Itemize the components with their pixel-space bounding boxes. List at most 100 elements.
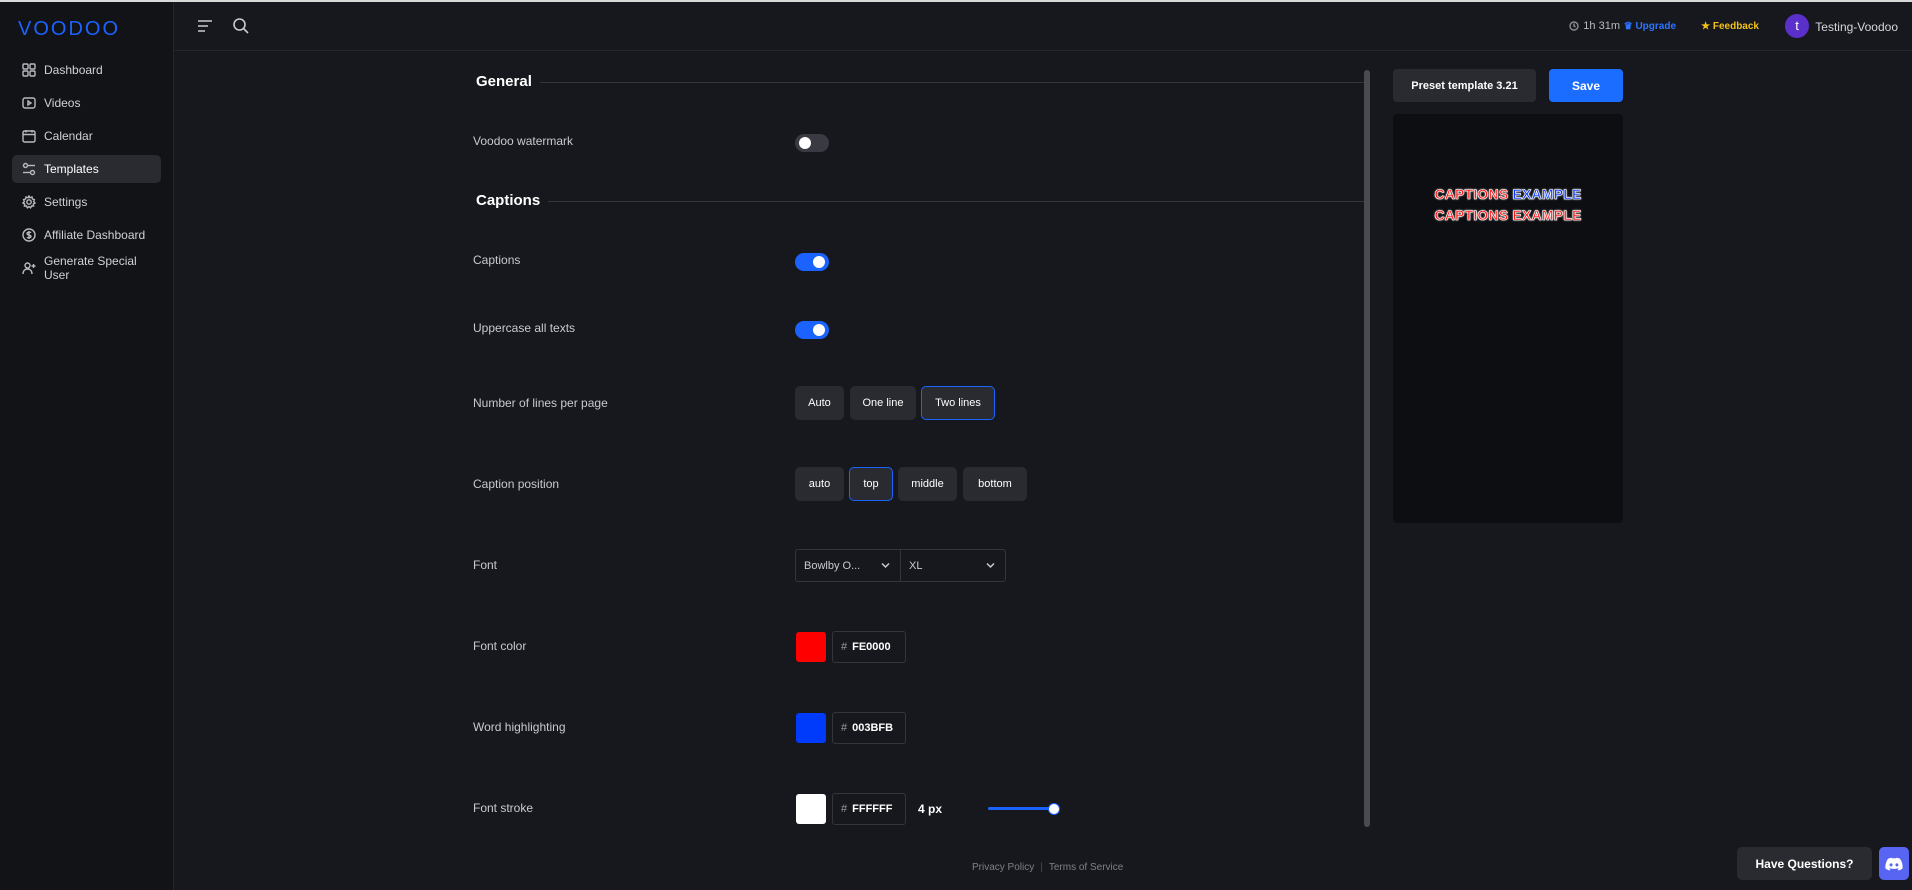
uppercase-label: Uppercase all texts [473, 321, 576, 335]
lines-option-one-line[interactable]: One line [850, 386, 916, 420]
sidebar-item-label: Videos [44, 96, 81, 110]
font-family-value: Bowlby O... [804, 559, 861, 572]
position-option-bottom[interactable]: bottom [963, 467, 1027, 501]
search-icon[interactable] [232, 17, 250, 35]
font-size-value: XL [909, 559, 923, 572]
hash-symbol: # [841, 641, 848, 653]
clock-icon [1569, 21, 1579, 31]
preset-template-button[interactable]: Preset template 3.21 [1393, 69, 1536, 102]
captions-toggle[interactable] [795, 253, 829, 271]
font-label: Font [473, 558, 498, 572]
captions-section-title: Captions [476, 192, 541, 209]
toggle-knob [813, 324, 825, 336]
font-size-select[interactable]: XL [901, 550, 1005, 581]
position-option-top[interactable]: top [849, 467, 893, 501]
discord-icon [1885, 857, 1903, 870]
stroke-color-hex-field[interactable]: # FFFFFF [832, 793, 906, 825]
templates-icon [22, 162, 36, 176]
preview-word: CAPTIONS [1434, 186, 1509, 203]
toggle-knob [799, 137, 811, 149]
preview-caption-line-2: CAPTIONS EXAMPLE [1393, 207, 1623, 224]
have-questions-button[interactable]: Have Questions? [1737, 847, 1872, 880]
sidebar-item-label: Calendar [44, 129, 93, 143]
privacy-policy-link[interactable]: Privacy Policy [972, 862, 1034, 873]
discord-button[interactable] [1879, 847, 1909, 880]
preview-word: EXAMPLE [1512, 207, 1582, 224]
preview-caption-line-1: CAPTIONS EXAMPLE [1393, 186, 1623, 203]
calendar-icon [22, 129, 36, 143]
sidebar-item-dashboard[interactable]: Dashboard [12, 56, 161, 84]
sidebar-item-settings[interactable]: Settings [12, 188, 161, 216]
avatar[interactable]: t [1785, 14, 1809, 38]
save-button[interactable]: Save [1549, 69, 1623, 102]
feedback-label: Feedback [1712, 21, 1759, 32]
crown-icon: ♛ [1623, 21, 1633, 32]
grid-icon [22, 63, 36, 77]
general-section-title: General [476, 73, 532, 90]
font-stroke-label: Font stroke [473, 801, 534, 815]
sidebar-item-videos[interactable]: Videos [12, 89, 161, 117]
watermark-label: Voodoo watermark [473, 134, 574, 148]
dollar-icon [22, 228, 36, 242]
captions-label: Captions [473, 253, 521, 267]
watermark-toggle[interactable] [795, 134, 829, 152]
play-icon [22, 96, 36, 110]
footer-separator: | [1040, 862, 1043, 873]
word-highlighting-label: Word highlighting [473, 720, 566, 734]
stroke-width-slider-handle[interactable] [1048, 803, 1060, 815]
upgrade-label: Upgrade [1635, 21, 1676, 32]
sidebar-item-generate-special-user[interactable]: Generate Special User [12, 254, 161, 282]
font-family-select[interactable]: Bowlby O... [796, 550, 901, 581]
toggle-knob [813, 256, 825, 268]
top-bar: 1h 31m ♛ Upgrade ★ Feedback t Testing-Vo… [174, 2, 1912, 51]
lines-option-auto[interactable]: Auto [795, 386, 844, 420]
caption-preview: CAPTIONS EXAMPLE CAPTIONS EXAMPLE [1393, 114, 1623, 523]
stroke-width-value: 4 px [918, 802, 943, 816]
time-remaining: 1h 31m [1569, 20, 1620, 32]
sidebar-item-label: Dashboard [44, 63, 103, 77]
font-color-hex-field[interactable]: # FE0000 [832, 631, 906, 663]
settings-scrollbar[interactable] [1364, 70, 1370, 827]
upgrade-link[interactable]: ♛ Upgrade [1624, 21, 1676, 32]
sidebar-item-calendar[interactable]: Calendar [12, 122, 161, 150]
hash-symbol: # [841, 722, 848, 734]
general-divider [540, 82, 1368, 83]
chevron-down-icon [881, 562, 890, 569]
caption-position-label: Caption position [473, 477, 560, 491]
captions-divider [548, 201, 1368, 202]
time-remaining-value: 1h 31m [1583, 20, 1620, 32]
user-plus-icon [22, 261, 36, 275]
highlight-color-hex-field[interactable]: # 003BFB [832, 712, 906, 744]
uppercase-toggle[interactable] [795, 321, 829, 339]
hash-symbol: # [841, 803, 848, 815]
stroke-color-hex-value: FFFFFF [852, 803, 893, 815]
app-logo[interactable]: VOODOO [18, 18, 120, 41]
feedback-link[interactable]: ★ Feedback [1701, 21, 1759, 32]
preview-highlighted-word: EXAMPLE [1512, 186, 1582, 203]
font-select-group: Bowlby O... XL [795, 549, 1006, 582]
sidebar-item-label: Generate Special User [44, 254, 137, 282]
preview-word: CAPTIONS [1434, 207, 1509, 224]
sidebar-item-label: Settings [44, 195, 88, 209]
sidebar-nav: Dashboard Videos Calendar Templates Sett… [12, 56, 161, 287]
gear-icon [22, 195, 36, 209]
lines-per-page-label: Number of lines per page [473, 396, 608, 410]
sidebar-item-label: Affiliate Dashboard [44, 228, 146, 242]
font-color-hex-value: FE0000 [852, 641, 891, 653]
position-option-auto[interactable]: auto [795, 467, 844, 501]
sidebar-item-label: Templates [44, 162, 99, 176]
star-icon: ★ [1701, 21, 1711, 32]
position-option-middle[interactable]: middle [898, 467, 957, 501]
username[interactable]: Testing-Voodoo [1815, 20, 1898, 34]
sidebar-item-templates[interactable]: Templates [12, 155, 161, 183]
highlight-color-swatch[interactable] [796, 713, 826, 743]
font-color-swatch[interactable] [796, 632, 826, 662]
stroke-width-slider-track[interactable] [988, 807, 1053, 810]
sidebar-item-affiliate-dashboard[interactable]: Affiliate Dashboard [12, 221, 161, 249]
lines-option-two-lines[interactable]: Two lines [921, 386, 995, 420]
highlight-color-hex-value: 003BFB [852, 722, 894, 734]
stroke-color-swatch[interactable] [796, 794, 826, 824]
menu-icon[interactable] [196, 17, 214, 35]
terms-of-service-link[interactable]: Terms of Service [1049, 862, 1123, 873]
sidebar: VOODOO Dashboard Videos Calendar Templat… [0, 2, 174, 890]
